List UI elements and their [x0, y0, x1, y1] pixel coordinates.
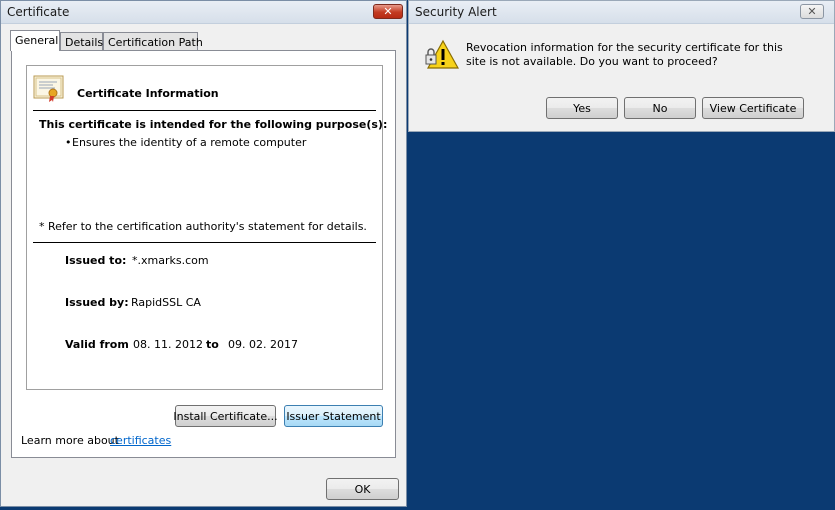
tab-general-label: General	[15, 34, 59, 47]
no-button[interactable]: No	[624, 97, 696, 119]
issued-by-label: Issued by:	[65, 296, 129, 309]
purpose-bullet: •	[65, 136, 72, 149]
valid-to-value: 09. 02. 2017	[228, 338, 298, 351]
certificate-titlebar[interactable]: Certificate ✕	[1, 1, 406, 24]
tab-certification-path-label: Certification Path	[108, 36, 203, 49]
security-alert-title: Security Alert	[415, 5, 497, 19]
yes-button[interactable]: Yes	[546, 97, 618, 119]
security-alert-titlebar[interactable]: Security Alert ✕	[409, 1, 834, 24]
tab-general[interactable]: General	[10, 30, 60, 51]
info-divider-bottom	[33, 242, 376, 243]
security-alert-close-button[interactable]: ✕	[800, 4, 824, 19]
install-certificate-button[interactable]: Install Certificate...	[173, 405, 278, 427]
general-tab-panel: Certificate Information This certificate…	[11, 50, 396, 458]
close-icon: ✕	[807, 5, 817, 18]
certificate-window: Certificate ✕ General Details Certificat…	[0, 0, 407, 507]
info-divider-top	[33, 110, 376, 111]
close-icon: ✕	[383, 5, 393, 18]
issued-to-value: *.xmarks.com	[132, 254, 209, 267]
issued-to-label: Issued to:	[65, 254, 127, 267]
issuer-statement-button[interactable]: Issuer Statement	[284, 405, 383, 427]
ok-button[interactable]: OK	[326, 478, 399, 500]
desktop-background	[408, 132, 835, 510]
certificate-close-button[interactable]: ✕	[373, 4, 403, 19]
valid-from-label: Valid from	[65, 338, 129, 351]
purpose-heading: This certificate is intended for the fol…	[39, 118, 388, 131]
valid-to-label: to	[206, 338, 219, 351]
certificates-link[interactable]: certificates	[110, 434, 171, 447]
valid-from-value: 08. 11. 2012	[133, 338, 203, 351]
tab-details-label: Details	[65, 36, 104, 49]
security-alert-message: Revocation information for the security …	[466, 41, 783, 68]
view-certificate-button[interactable]: View Certificate	[702, 97, 804, 119]
certificate-info-box: Certificate Information This certificate…	[26, 65, 387, 390]
purpose-item: Ensures the identity of a remote compute…	[72, 136, 307, 149]
certificate-window-title: Certificate	[7, 5, 70, 19]
refer-note: * Refer to the certification authority's…	[39, 220, 367, 233]
security-alert-window: Security Alert ✕ Revocation information …	[408, 0, 835, 132]
learn-more-text: Learn more about	[21, 434, 119, 447]
certificate-icon	[33, 75, 64, 102]
tab-details[interactable]: Details	[60, 32, 103, 50]
tab-certification-path[interactable]: Certification Path	[103, 32, 203, 50]
issued-by-value: RapidSSL CA	[131, 296, 201, 309]
warning-lock-icon	[425, 39, 459, 69]
certificate-info-title: Certificate Information	[77, 87, 219, 100]
